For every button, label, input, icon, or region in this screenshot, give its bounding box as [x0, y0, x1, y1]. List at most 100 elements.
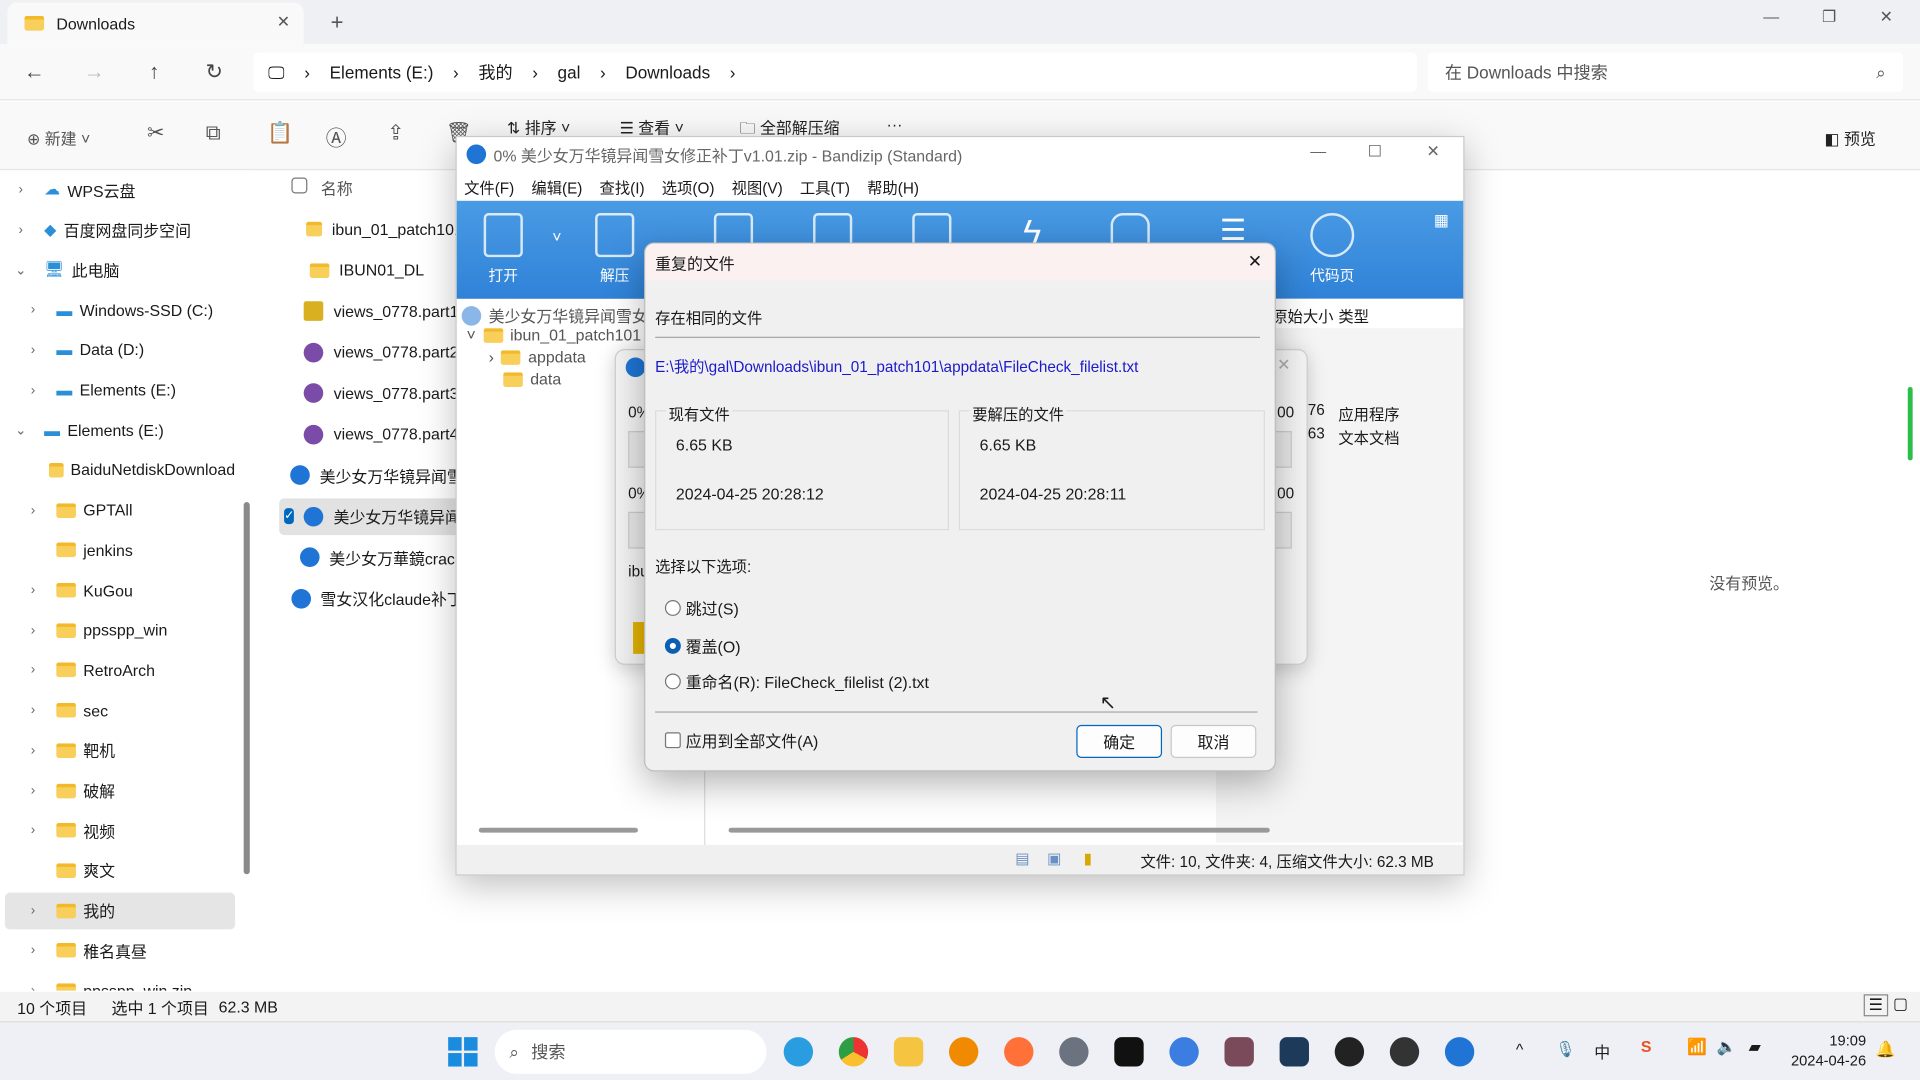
chevron-right-icon[interactable]: ›	[5, 182, 37, 197]
app-icon[interactable]	[1279, 1037, 1309, 1067]
chevron-right-icon[interactable]: ›	[17, 983, 49, 990]
sogou-icon[interactable]: S	[1641, 1037, 1652, 1055]
breadcrumb-item[interactable]: gal	[558, 62, 581, 82]
chevron-right-icon[interactable]: ›	[17, 583, 49, 598]
bandizip-icon[interactable]	[1444, 1037, 1475, 1067]
new-button[interactable]: ⊕ 新建 ˅	[27, 126, 90, 149]
close-dialog-button[interactable]: ✕	[1248, 251, 1262, 272]
file-row[interactable]: IBUN01_DL	[279, 252, 463, 289]
paste-icon[interactable]: 📋	[267, 121, 293, 145]
ok-button[interactable]: 确定	[1076, 724, 1163, 758]
list-hscrollbar[interactable]	[728, 827, 1270, 833]
breadcrumb-item[interactable]: Elements (E:)	[330, 62, 434, 82]
menu-item[interactable]: 工具(T)	[800, 174, 850, 197]
game-icon[interactable]	[1224, 1037, 1254, 1067]
qq-icon[interactable]	[1334, 1037, 1365, 1067]
maximize-button[interactable]: ❐	[1822, 7, 1836, 27]
minimize-button[interactable]: —	[1763, 7, 1779, 25]
sidebar-item[interactable]: 爽文	[5, 852, 235, 889]
refresh-button[interactable]: ↻	[198, 56, 230, 88]
skip-radio[interactable]: 跳过(S)	[664, 596, 739, 619]
menu-item[interactable]: 视图(V)	[732, 174, 783, 197]
open-button[interactable]: 打开	[467, 213, 540, 285]
sidebar-item[interactable]: ⌄ ▬ Elements (E:)	[5, 412, 235, 449]
rename-radio[interactable]: 重命名(R): FileCheck_filelist (2).txt	[664, 670, 929, 693]
sidebar-item[interactable]: › ppsspp_win.zip	[5, 972, 235, 991]
back-button[interactable]: ←	[18, 56, 50, 88]
file-row[interactable]: 雪女汉化claude补丁	[279, 580, 463, 617]
file-row[interactable]: views_0778.part2.	[279, 334, 463, 371]
file-row[interactable]: ibun_01_patch101	[279, 211, 463, 248]
menu-item[interactable]: 帮助(H)	[867, 174, 919, 197]
menu-item[interactable]: 编辑(E)	[531, 174, 582, 197]
sidebar-item[interactable]: › 我的	[4, 892, 236, 929]
chevron-right-icon[interactable]: ›	[17, 943, 49, 958]
tree-folder-data[interactable]: data	[503, 370, 561, 388]
sidebar-item[interactable]: › 视频	[5, 812, 235, 849]
new-tab-button[interactable]: +	[331, 10, 344, 36]
sidebar-item[interactable]: › 靶机	[5, 732, 235, 769]
layout-icon[interactable]: ▦	[1434, 211, 1449, 231]
wifi-icon[interactable]: 📶	[1687, 1037, 1707, 1057]
select-all-checkbox[interactable]	[291, 177, 308, 194]
start-button[interactable]	[448, 1037, 478, 1067]
sidebar-item[interactable]: › ▬ Data (D:)	[5, 332, 235, 369]
breadcrumb-item[interactable]: Downloads	[625, 62, 710, 82]
breadcrumb[interactable]: 🖵 › Elements (E:) › 我的 › gal › Downloads ›	[253, 52, 1417, 92]
minimize-button[interactable]: —	[1310, 142, 1326, 160]
up-button[interactable]: ↑	[138, 56, 170, 88]
close-window-button[interactable]: ✕	[1880, 7, 1893, 27]
tree-hscrollbar[interactable]	[478, 827, 638, 833]
chevron-right-icon[interactable]: ›	[17, 663, 49, 678]
sidebar-item[interactable]: › 稚名真昼	[5, 932, 235, 969]
close-icon[interactable]: ✕	[1277, 355, 1290, 375]
sidebar-item[interactable]: › 破解	[5, 772, 235, 809]
cut-icon[interactable]: ✂	[147, 121, 164, 145]
app-icon[interactable]	[1389, 1037, 1420, 1067]
chevron-down-icon[interactable]: ⌄	[5, 262, 37, 278]
extract-button[interactable]: 解压	[578, 213, 651, 285]
column-orig-size[interactable]: 原始大小	[1272, 304, 1333, 327]
apply-all-checkbox[interactable]: 应用到全部文件(A)	[664, 729, 818, 752]
chevron-right-icon[interactable]: ›	[17, 303, 49, 318]
chrome-icon[interactable]	[838, 1037, 869, 1067]
sidebar-item[interactable]: › ☁ WPS云盘	[5, 171, 235, 208]
chevron-up-icon[interactable]: ^	[1516, 1040, 1523, 1058]
search-input[interactable]: 在 Downloads 中搜索 ⌕	[1427, 52, 1903, 92]
menu-item[interactable]: 查找(I)	[600, 174, 645, 197]
thumb-view-icon[interactable]: ▣	[1047, 849, 1061, 867]
chevron-right-icon[interactable]: ›	[17, 743, 49, 758]
sidebar-item[interactable]: › ppsspp_win	[5, 612, 235, 649]
column-header-name[interactable]: 名称	[321, 176, 353, 199]
settings-icon[interactable]	[1059, 1037, 1089, 1067]
firefox-icon[interactable]	[1004, 1037, 1034, 1067]
chevron-right-icon[interactable]: ›	[5, 222, 37, 237]
sidebar-item[interactable]: › ◆ 百度网盘同步空间	[5, 211, 235, 248]
overwrite-radio[interactable]: 覆盖(O)	[664, 634, 741, 657]
ime-indicator[interactable]: 中	[1594, 1040, 1610, 1063]
sidebar-item[interactable]: › sec	[5, 692, 235, 729]
chevron-right-icon[interactable]: ›	[17, 383, 49, 398]
chevron-right-icon[interactable]: ›	[17, 783, 49, 798]
copy-icon[interactable]: ⧉	[206, 121, 221, 145]
sort-button[interactable]: ⇅ 排序 ˅	[507, 115, 570, 138]
column-type[interactable]: 类型	[1338, 304, 1369, 327]
sidebar-scrollbar[interactable]	[243, 502, 250, 875]
menu-item[interactable]: 文件(F)	[464, 174, 514, 197]
chevron-right-icon[interactable]: ›	[17, 903, 49, 918]
file-explorer-icon[interactable]	[893, 1037, 924, 1067]
sidebar-item[interactable]: ⌄ 🖥 此电脑	[5, 251, 235, 288]
battery-icon[interactable]: ▰	[1749, 1037, 1761, 1057]
tree-root[interactable]: 美少女万华镜异闻雪女修	[461, 304, 664, 327]
sidebar-item[interactable]: BaiduNetdiskDownload	[5, 452, 235, 489]
preview-button[interactable]: ◧ 预览	[1824, 126, 1875, 149]
taskbar-search[interactable]: ⌕ 搜索	[494, 1029, 767, 1074]
chevron-right-icon[interactable]: ›	[17, 503, 49, 518]
chevron-right-icon[interactable]: ›	[17, 703, 49, 718]
close-button[interactable]: ✕	[1427, 142, 1440, 162]
capcut-icon[interactable]	[1114, 1037, 1144, 1067]
list-view-icon[interactable]: ▤	[1015, 849, 1029, 867]
volume-icon[interactable]: 🔈	[1717, 1037, 1737, 1057]
sidebar-item[interactable]: jenkins	[5, 532, 235, 569]
menu-item[interactable]: 选项(O)	[662, 174, 715, 197]
